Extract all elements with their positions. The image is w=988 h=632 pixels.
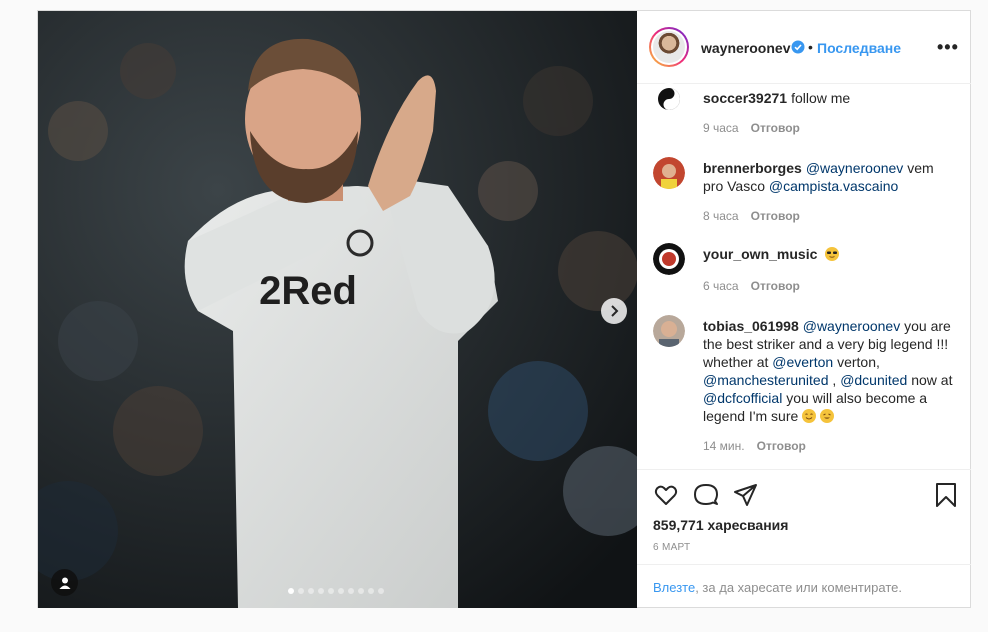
- login-prompt: Влезте, за да харесате или коментирате.: [637, 564, 971, 609]
- chevron-right-icon: [611, 305, 619, 317]
- comment-content: follow me: [791, 90, 851, 106]
- comment-text: your_own_music: [703, 245, 953, 263]
- carousel-dot: [308, 588, 314, 594]
- post-date: 6 МАРТ: [653, 542, 691, 553]
- reply-button[interactable]: Отговор: [757, 439, 806, 453]
- comment-avatar[interactable]: [653, 315, 685, 347]
- carousel-dot: [368, 588, 374, 594]
- more-options-button[interactable]: •••: [937, 37, 959, 58]
- mention-link[interactable]: @everton: [772, 354, 833, 370]
- post-sidebar: wayneroonev • Последване ••• soccer39271…: [637, 11, 971, 608]
- carousel-dot: [298, 588, 304, 594]
- comment-time: 9 часа: [703, 121, 739, 135]
- smiling-emoji-icon: [802, 409, 817, 423]
- comment-avatar[interactable]: [653, 83, 685, 115]
- instagram-post: 2Red wayneroonev • Последване ••• soccer…: [37, 10, 971, 608]
- mention-link[interactable]: @dcunited: [840, 372, 907, 388]
- mention-link[interactable]: @dcfcofficial: [703, 390, 782, 406]
- header-separator: •: [808, 39, 813, 55]
- mention-link[interactable]: @wayneroonev: [806, 160, 904, 176]
- comment-username[interactable]: your_own_music: [703, 246, 817, 262]
- comment-text: tobias_061998 @wayneroonev you are the be…: [703, 317, 953, 425]
- reply-button[interactable]: Отговор: [751, 209, 800, 223]
- follow-button[interactable]: Последване: [817, 40, 901, 56]
- carousel-dot: [338, 588, 344, 594]
- likes-count[interactable]: 859,771 харесвания: [653, 517, 788, 533]
- jersey-sponsor-text: 2Red: [259, 269, 357, 313]
- carousel-dot: [378, 588, 384, 594]
- comment-text: brennerborges @wayneroonev vem pro Vasco …: [703, 159, 953, 195]
- post-header: wayneroonev • Последване •••: [637, 11, 971, 84]
- post-photo: 2Red: [38, 11, 637, 608]
- comment-avatar[interactable]: [653, 157, 685, 189]
- post-actions: 859,771 харесвания 6 МАРТ Влезте, за да …: [637, 469, 971, 609]
- user-tag-icon: [59, 577, 70, 589]
- mention-link[interactable]: @wayneroonev: [803, 318, 901, 334]
- grinning-emoji-icon: [820, 409, 835, 423]
- share-icon[interactable]: [733, 482, 759, 508]
- carousel-next-button[interactable]: [601, 298, 627, 324]
- heart-icon[interactable]: [653, 482, 679, 508]
- carousel-dot: [318, 588, 324, 594]
- carousel-dot: [328, 588, 334, 594]
- author-avatar[interactable]: [649, 27, 689, 67]
- bookmark-icon[interactable]: [933, 482, 959, 508]
- comment-text: soccer39271 follow me: [703, 89, 953, 107]
- verified-badge-icon: [791, 40, 805, 54]
- comment-time: 8 часа: [703, 209, 739, 223]
- reply-button[interactable]: Отговор: [751, 279, 800, 293]
- comment-meta: 8 часа Отговор: [703, 209, 800, 223]
- carousel-indicator: [288, 588, 384, 594]
- mention-link[interactable]: @campista.vascaino: [769, 178, 898, 194]
- author-username[interactable]: wayneroonev: [701, 40, 790, 56]
- sunglasses-emoji-icon: [825, 247, 840, 261]
- comment-content: ,: [828, 372, 841, 388]
- post-media[interactable]: 2Red: [38, 11, 637, 608]
- carousel-dot: [358, 588, 364, 594]
- yin-yang-avatar: [653, 83, 685, 115]
- comment-meta: 6 часа Отговор: [703, 279, 800, 293]
- comment-meta: 14 мин. Отговор: [703, 439, 806, 453]
- comment-time: 14 мин.: [703, 439, 745, 453]
- comment-username[interactable]: brennerborges: [703, 160, 802, 176]
- comment-username[interactable]: soccer39271: [703, 90, 787, 106]
- comment-avatar[interactable]: [653, 243, 685, 275]
- mention-link[interactable]: @manchesterunited: [703, 372, 829, 388]
- login-prompt-text: , за да харесате или коментирате.: [695, 580, 902, 595]
- comment-username[interactable]: tobias_061998: [703, 318, 799, 334]
- reply-button[interactable]: Отговор: [751, 121, 800, 135]
- comment-content: verton,: [833, 354, 880, 370]
- carousel-dot: [348, 588, 354, 594]
- comments-list: soccer39271 follow me 9 часа Отговор brenn…: [637, 83, 971, 469]
- login-link[interactable]: Влезте: [653, 580, 695, 595]
- comment-content: now at: [907, 372, 953, 388]
- comment-icon[interactable]: [693, 482, 719, 508]
- user-tag-button[interactable]: [51, 569, 78, 596]
- comment-meta: 9 часа Отговор: [703, 121, 800, 135]
- carousel-dot: [288, 588, 294, 594]
- comment-time: 6 часа: [703, 279, 739, 293]
